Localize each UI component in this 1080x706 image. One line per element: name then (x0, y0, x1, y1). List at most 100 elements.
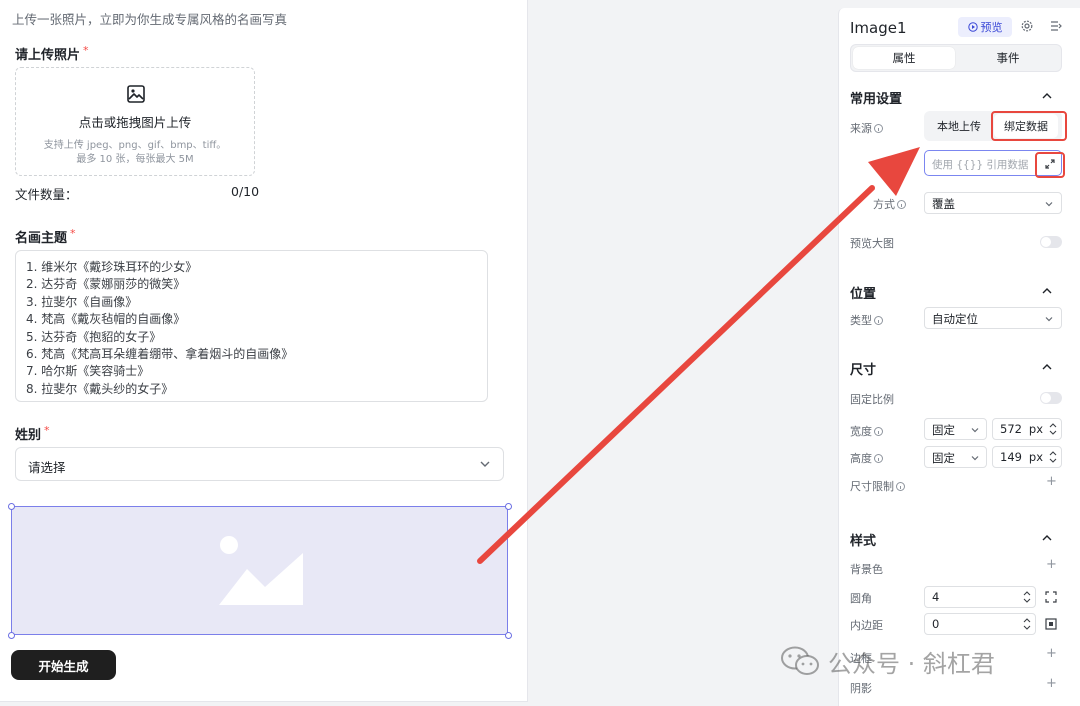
padding-label: 内边距 (850, 619, 883, 632)
preview-large-toggle[interactable] (1040, 236, 1062, 248)
panel-tabs: 属性 事件 (850, 44, 1062, 72)
info-icon (874, 454, 883, 463)
width-mode-select[interactable]: 固定 (924, 418, 987, 440)
required-mark: * (83, 44, 89, 57)
resize-handle-bottom-right[interactable] (505, 632, 512, 639)
source-option-local[interactable]: 本地上传 (928, 114, 990, 138)
add-size-limit-icon[interactable]: + (1046, 474, 1057, 489)
image-component-selected[interactable] (11, 506, 508, 635)
add-shadow-icon[interactable]: + (1046, 676, 1057, 691)
theme-line: 4. 梵高《戴灰毡帽的自画像》 (26, 312, 186, 327)
width-value: 572 (1000, 422, 1022, 436)
fixed-ratio-toggle[interactable] (1040, 392, 1062, 404)
chevron-down-icon (971, 456, 979, 461)
stepper-icon[interactable] (1049, 422, 1057, 436)
padding-icon[interactable] (1045, 618, 1057, 630)
theme-line: 2. 达芬奇《蒙娜丽莎的微笑》 (26, 277, 186, 292)
resize-handle-bottom-left[interactable] (8, 632, 15, 639)
tab-properties[interactable]: 属性 (853, 47, 955, 69)
info-icon (874, 316, 883, 325)
fit-select[interactable]: 覆盖 (924, 192, 1062, 214)
chevron-up-icon[interactable] (1041, 90, 1053, 102)
resize-handle-top-right[interactable] (505, 503, 512, 510)
stepper-icon[interactable] (1049, 450, 1057, 464)
corner-radius-icon[interactable] (1045, 591, 1057, 603)
start-generate-button[interactable]: 开始生成 (11, 650, 116, 680)
collapse-panel-icon[interactable] (1049, 19, 1063, 33)
theme-label-text: 名画主题 (15, 231, 68, 246)
gender-select-value: 请选择 (28, 460, 66, 475)
position-type-value: 自动定位 (932, 312, 978, 326)
chevron-down-icon (1045, 317, 1053, 322)
settings-icon[interactable] (1020, 19, 1034, 33)
chevron-up-icon[interactable] (1041, 285, 1053, 297)
height-unit: px (1028, 450, 1043, 464)
gender-label-text: 姓别 (15, 428, 42, 443)
watermark-text: 公众号 · 斜杠君 (828, 649, 995, 678)
width-label: 宽度 (850, 423, 883, 439)
stepper-icon[interactable] (1023, 617, 1031, 631)
info-icon (896, 482, 905, 491)
info-icon (874, 427, 883, 436)
gender-select[interactable]: 请选择 (15, 447, 504, 481)
fit-select-value: 覆盖 (932, 197, 955, 211)
height-label: 高度 (850, 450, 883, 466)
section-common-title: 常用设置 (850, 92, 903, 107)
upload-hint-limit: 最多 10 张，每张最大 5M (76, 154, 194, 165)
form-subtitle: 上传一张照片，立即为你生成专属风格的名画写真 (12, 12, 288, 27)
add-bg-color-icon[interactable]: + (1046, 557, 1057, 572)
form-card: 上传一张照片，立即为你生成专属风格的名画写真 请上传照片 * 点击或拖拽图片上传 … (0, 0, 528, 702)
photo-upload-dropzone[interactable]: 点击或拖拽图片上传 支持上传 jpeg、png、gif、bmp、tiff。 最多… (15, 67, 255, 176)
chevron-up-icon[interactable] (1041, 532, 1053, 544)
property-panel: Image1 预览 属性 事件 常用设置 来源 本地上传 绑定数据 使用 {{}… (838, 8, 1080, 706)
tab-events[interactable]: 事件 (957, 47, 1059, 69)
preview-large-label: 预览大图 (850, 237, 894, 250)
annotation-highlight-bind (991, 111, 1067, 141)
width-input[interactable]: 572 px (992, 418, 1062, 440)
upload-label-text: 请上传照片 (15, 48, 81, 63)
height-mode-select[interactable]: 固定 (924, 446, 987, 468)
shadow-label: 阴影 (850, 682, 872, 695)
width-mode-value: 固定 (932, 423, 955, 437)
preview-button[interactable]: 预览 (958, 17, 1012, 37)
height-input[interactable]: 149 px (992, 446, 1062, 468)
radius-value: 4 (932, 590, 940, 604)
theme-line: 3. 拉斐尔《自画像》 (26, 294, 138, 309)
expand-icon[interactable] (1044, 158, 1056, 170)
size-limit-label-text: 尺寸限制 (850, 480, 894, 493)
padding-input[interactable]: 0 (924, 613, 1036, 635)
info-icon (874, 124, 883, 133)
section-position-title: 位置 (850, 287, 877, 302)
file-count-label: 文件数量： (15, 187, 78, 202)
width-label-text: 宽度 (850, 425, 872, 438)
component-title: Image1 (850, 19, 907, 37)
height-mode-value: 固定 (932, 451, 955, 465)
fit-label: 方式 (873, 196, 906, 212)
size-limit-label: 尺寸限制 (850, 478, 905, 494)
source-label: 来源 (850, 120, 883, 136)
fixed-ratio-label: 固定比例 (850, 393, 894, 406)
gender-label: 姓别 * (15, 424, 50, 443)
width-unit: px (1028, 422, 1043, 436)
play-icon (967, 22, 978, 32)
section-size-title: 尺寸 (850, 363, 877, 378)
position-type-select[interactable]: 自动定位 (924, 307, 1062, 329)
required-mark: * (70, 227, 76, 240)
resize-handle-top-left[interactable] (8, 503, 15, 510)
position-type-label: 类型 (850, 312, 883, 328)
image-icon (127, 85, 145, 103)
add-border-icon[interactable]: + (1046, 646, 1057, 661)
bind-data-placeholder: 使用 {{}} 引用数据 (932, 159, 1029, 171)
stepper-icon[interactable] (1023, 590, 1031, 604)
file-count-value: 0/10 (231, 184, 260, 199)
image-placeholder-icon (219, 536, 303, 605)
watermark: 公众号 · 斜杠君 (780, 644, 995, 678)
required-mark: * (44, 424, 50, 437)
radius-input[interactable]: 4 (924, 586, 1036, 608)
height-value: 149 (1000, 450, 1022, 464)
theme-textarea[interactable]: 1. 维米尔《戴珍珠耳环的少女》 2. 达芬奇《蒙娜丽莎的微笑》 3. 拉斐尔《… (15, 250, 488, 402)
theme-label: 名画主题 * (15, 227, 76, 246)
theme-line: 6. 梵高《梵高耳朵缠着绷带、拿着烟斗的自画像》 (26, 347, 294, 362)
editor-canvas: 上传一张照片，立即为你生成专属风格的名画写真 请上传照片 * 点击或拖拽图片上传 … (0, 0, 816, 706)
chevron-up-icon[interactable] (1041, 361, 1053, 373)
